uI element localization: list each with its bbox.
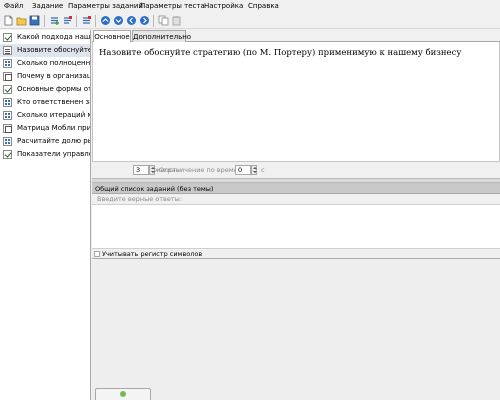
task-editor: Основное Дополнительно Назовите обоснуйт… bbox=[92, 30, 500, 400]
question-text[interactable]: Назовите обоснуйте стратегию (по М. Порт… bbox=[99, 48, 461, 58]
task-list-item[interactable]: Назовите обоснуйте стр bbox=[0, 44, 90, 57]
case-sensitive-checkbox[interactable] bbox=[94, 251, 100, 257]
menu-test-params[interactable]: Параметры теста bbox=[140, 2, 205, 10]
task-params-row: Сложность: 3 Ограничение по времени: 0 с bbox=[92, 163, 500, 177]
paste-icon[interactable] bbox=[171, 15, 182, 26]
task-list-item-label: Показатели управлени bbox=[17, 150, 90, 158]
toolbar-separator bbox=[76, 15, 77, 27]
task-type-check-icon bbox=[3, 33, 12, 42]
copy-icon[interactable] bbox=[158, 15, 169, 26]
delete-task-icon[interactable] bbox=[62, 15, 73, 26]
open-folder-icon[interactable] bbox=[16, 15, 27, 26]
menu-help[interactable]: Справка bbox=[248, 2, 279, 10]
task-type-match-icon bbox=[3, 72, 12, 81]
task-type-match-icon bbox=[3, 124, 12, 133]
task-list-item[interactable]: Основные формы отчетн bbox=[0, 83, 90, 96]
toolbar bbox=[0, 13, 500, 29]
answers-input[interactable] bbox=[92, 204, 500, 249]
task-list-item-label: Почему в организации bbox=[17, 72, 90, 80]
task-list-item-label: Кто ответственен за ис bbox=[17, 98, 90, 106]
task-list-item-label: Основные формы отчетн bbox=[17, 85, 90, 93]
answers-hint: Введите верные ответы: bbox=[97, 195, 182, 203]
task-list-item-label: Матрица Мобли примени bbox=[17, 124, 90, 132]
stepper-down-icon bbox=[253, 171, 257, 173]
new-file-icon[interactable] bbox=[3, 15, 14, 26]
difficulty-stepper[interactable] bbox=[149, 165, 155, 175]
menu-bar: Файл Задание Параметры заданий Параметры… bbox=[0, 0, 500, 13]
toolbar-separator bbox=[95, 15, 96, 27]
task-type-check-icon bbox=[3, 150, 12, 159]
stepper-up-icon bbox=[151, 167, 155, 169]
answers-hint-row: Введите верные ответы: bbox=[92, 194, 500, 204]
task-list-item[interactable]: Сколько полноценных бизн bbox=[0, 57, 90, 70]
toolbar-separator bbox=[44, 15, 45, 27]
settings-icon[interactable] bbox=[81, 15, 92, 26]
task-list-item[interactable]: Матрица Мобли примени bbox=[0, 122, 90, 135]
task-list-item-label: Какой подхода наша ком bbox=[17, 33, 90, 41]
task-type-check-icon bbox=[3, 85, 12, 94]
toolbar-separator bbox=[153, 15, 154, 27]
menu-settings[interactable]: Настройка bbox=[204, 2, 243, 10]
menu-file[interactable]: Файл bbox=[4, 2, 23, 10]
tab-additional[interactable]: Дополнительно bbox=[132, 30, 191, 42]
task-list-item-label: Сколько итераций може bbox=[17, 111, 90, 119]
task-list[interactable]: Какой подхода наша ком Назовите обоснуйте… bbox=[0, 30, 91, 400]
menu-task[interactable]: Задание bbox=[32, 2, 63, 10]
stepper-down-icon bbox=[151, 171, 155, 173]
task-list-item-label: Сколько полноценных бизн bbox=[17, 59, 90, 67]
task-list-item-label: Расчитайте долю рынка bbox=[17, 137, 90, 145]
move-down-icon[interactable] bbox=[113, 15, 124, 26]
case-sensitive-label[interactable]: Учитывать регистр символов bbox=[102, 250, 202, 258]
menu-task-params[interactable]: Параметры заданий bbox=[68, 2, 143, 10]
question-editor[interactable]: Назовите обоснуйте стратегию (по М. Порт… bbox=[92, 42, 500, 162]
case-sensitive-row: Учитывать регистр символов bbox=[92, 249, 500, 259]
difficulty-field[interactable]: 3 bbox=[133, 165, 149, 175]
add-task-icon[interactable] bbox=[49, 15, 60, 26]
task-group-title: Общий список заданий (без темы) bbox=[95, 185, 214, 193]
add-icon bbox=[120, 391, 126, 397]
task-list-item[interactable]: Какой подхода наша ком bbox=[0, 31, 90, 44]
task-type-order-icon bbox=[3, 59, 12, 68]
task-list-item[interactable]: Почему в организации bbox=[0, 70, 90, 83]
save-icon[interactable] bbox=[29, 15, 40, 26]
move-left-icon[interactable] bbox=[126, 15, 137, 26]
task-type-order-icon bbox=[3, 98, 12, 107]
task-list-item[interactable]: Кто ответственен за ис bbox=[0, 96, 90, 109]
task-list-item[interactable]: Расчитайте долю рынка bbox=[0, 135, 90, 148]
add-answer-button[interactable] bbox=[95, 388, 151, 400]
task-list-item-label: Назовите обоснуйте стр bbox=[17, 46, 90, 54]
task-type-order-icon bbox=[3, 137, 12, 146]
task-list-item[interactable]: Сколько итераций може bbox=[0, 109, 90, 122]
move-right-icon[interactable] bbox=[139, 15, 150, 26]
task-type-order-icon bbox=[3, 111, 12, 120]
task-group-header: Общий список заданий (без темы) bbox=[92, 183, 500, 194]
time-limit-field[interactable]: 0 bbox=[235, 165, 251, 175]
stepper-up-icon bbox=[253, 167, 257, 169]
move-up-icon[interactable] bbox=[100, 15, 111, 26]
tab-bar: Основное Дополнительно bbox=[92, 30, 500, 43]
task-list-item[interactable]: Показатели управлени bbox=[0, 148, 90, 161]
task-type-text-icon bbox=[3, 46, 12, 55]
time-limit-stepper[interactable] bbox=[251, 165, 257, 175]
time-unit-label: с bbox=[261, 166, 265, 174]
bottom-panel bbox=[92, 260, 500, 400]
